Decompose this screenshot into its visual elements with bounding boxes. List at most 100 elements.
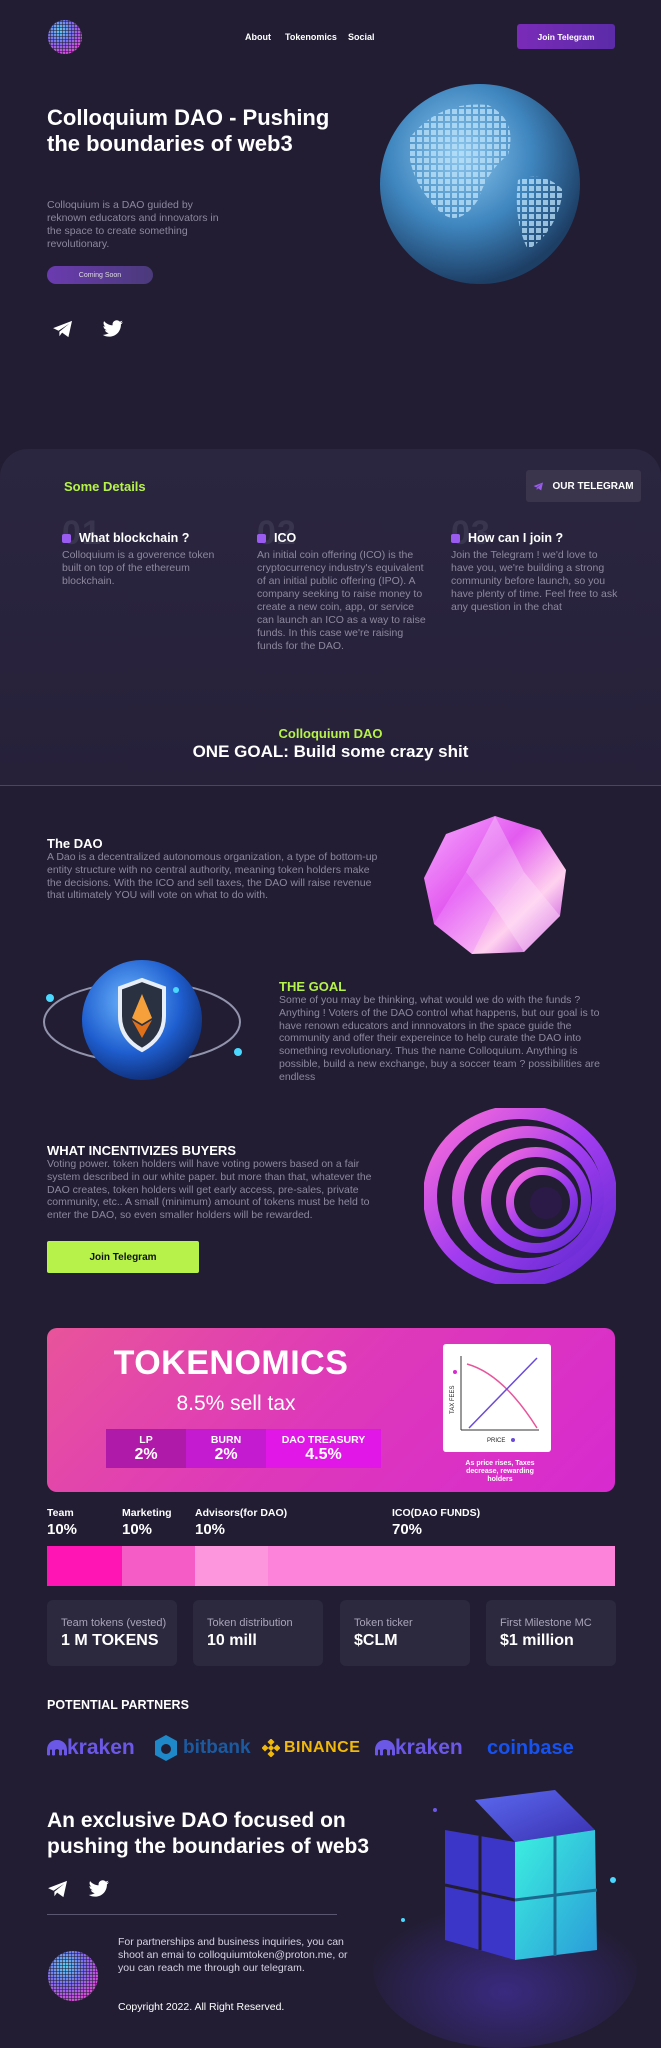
our-telegram-button[interactable]: OUR TELEGRAM <box>526 470 641 502</box>
footer-telegram-icon[interactable] <box>47 1880 69 1898</box>
graph-caption: As price rises, Taxes decrease, rewardin… <box>465 1460 535 1483</box>
partner-coinbase-logo[interactable]: coinbase <box>487 1734 574 1762</box>
alloc-pct-advisors: 10% <box>195 1521 226 1538</box>
goal-kicker: Colloquium DAO <box>278 726 383 741</box>
step-title: How can I join ? <box>468 531 564 545</box>
allocation-segment <box>47 1546 122 1586</box>
sell-tax-label: 8.5% sell tax <box>176 1392 296 1415</box>
join-telegram-button[interactable]: Join Telegram <box>517 24 615 49</box>
partner-name: kraken <box>67 1736 135 1759</box>
tax-value: 2% <box>214 1445 238 1463</box>
cube-icon <box>62 533 71 543</box>
detail-step-3: 03 How can I join ? Join the Telegram ! … <box>451 514 623 614</box>
stat-key: Token distribution <box>207 1617 293 1629</box>
stat-value: 10 mill <box>207 1632 257 1649</box>
tax-label: LP <box>139 1433 153 1446</box>
stat-value: $CLM <box>354 1632 398 1649</box>
step-title: What blockchain ? <box>79 531 190 545</box>
nav-social-link[interactable]: Social <box>348 32 375 42</box>
tax-box-lp: LP 2% <box>106 1429 186 1468</box>
partner-kraken-logo-2[interactable]: kraken <box>375 1734 463 1762</box>
tax-value: 2% <box>134 1445 158 1463</box>
partner-name: BINANCE <box>284 1739 361 1756</box>
allocation-segment <box>195 1546 268 1586</box>
step-text: Colloquium is a goverence token built on… <box>62 549 215 587</box>
cube-icon <box>451 533 460 543</box>
kraken-icon <box>47 1740 67 1756</box>
tax-label: DAO TREASURY <box>281 1433 366 1446</box>
hero-title: Colloquium DAO - Pushing the boundaries … <box>47 105 330 156</box>
stat-key: First Milestone MC <box>500 1617 592 1629</box>
price-dot <box>511 1438 515 1442</box>
hero-description: Colloquium is a DAO guided by reknown ed… <box>47 199 219 250</box>
allocation-segment <box>122 1546 195 1586</box>
partner-name: coinbase <box>487 1736 574 1759</box>
graph-xlabel: PRICE <box>487 1438 505 1444</box>
stat-value: 1 M TOKENS <box>61 1632 159 1649</box>
section-divider <box>0 785 661 786</box>
detail-step-1: 01 What blockchain ? Colloquium is a gov… <box>62 514 234 588</box>
tax-box-dao-treasury: DAO TREASURY 4.5% <box>266 1429 381 1468</box>
logo-sphere-icon[interactable] <box>48 20 82 54</box>
twitter-icon[interactable] <box>102 320 124 338</box>
alloc-label-marketing: Marketing <box>122 1507 172 1519</box>
torus-rings-illustration <box>424 1108 616 1284</box>
tax-label: BURN <box>210 1433 242 1446</box>
pixel-globe-illustration <box>380 84 580 284</box>
nav-about-link[interactable]: About <box>245 32 271 42</box>
footer-logo-sphere-icon <box>48 1951 98 2001</box>
details-heading: Some Details <box>64 479 146 494</box>
tax-dot <box>453 1370 457 1374</box>
stat-card-team-tokens: Team tokens (vested) 1 M TOKENS <box>47 1600 177 1666</box>
partners-title: POTENTIAL PARTNERS <box>47 1698 189 1712</box>
partner-bitbank-logo[interactable]: bitbank <box>155 1734 251 1762</box>
stat-value: $1 million <box>500 1632 574 1649</box>
dao-text: A Dao is a decentralized autonomous orga… <box>47 851 378 902</box>
step-title: ICO <box>274 531 297 545</box>
alloc-pct-ico: 70% <box>392 1521 423 1538</box>
footer-contact-text: For partnerships and business inquiries,… <box>118 1936 348 1974</box>
tokenomics-title: TOKENOMICS <box>113 1344 349 1382</box>
our-telegram-label: OUR TELEGRAM <box>552 480 634 492</box>
incentives-title: WHAT INCENTIVIZES BUYERS <box>47 1143 236 1158</box>
dao-title: The DAO <box>47 836 103 851</box>
stat-card-ticker: Token ticker $CLM <box>340 1600 470 1666</box>
goal-text: Some of you may be thinking, what would … <box>279 994 601 1083</box>
partner-name: bitbank <box>183 1737 251 1758</box>
goal-title: THE GOAL <box>279 979 347 994</box>
alloc-pct-team: 10% <box>47 1521 78 1538</box>
detail-step-2: 02 ICO An initial coin offering (ICO) is… <box>257 514 429 653</box>
bitbank-icon <box>155 1735 177 1761</box>
stat-key: Team tokens (vested) <box>61 1617 167 1629</box>
partner-binance-logo[interactable]: BINANCE <box>262 1734 360 1762</box>
footer-title: An exclusive DAO focused on pushing the … <box>47 1809 370 1858</box>
footer-twitter-icon[interactable] <box>88 1880 110 1898</box>
allocation-segment <box>268 1546 615 1586</box>
cube-icon <box>257 533 266 543</box>
stat-card-milestone: First Milestone MC $1 million <box>486 1600 616 1666</box>
alloc-label-ico: ICO(DAO FUNDS) <box>392 1507 481 1519</box>
telegram-icon[interactable] <box>52 320 74 338</box>
stat-key: Token ticker <box>354 1617 413 1629</box>
nav-tokenomics-link[interactable]: Tokenomics <box>285 32 337 42</box>
alloc-label-advisors: Advisors(for DAO) <box>195 1507 288 1519</box>
allocation-bar <box>47 1546 615 1586</box>
footer-divider <box>47 1914 337 1915</box>
tax-box-burn: BURN 2% <box>186 1429 266 1468</box>
binance-icon <box>262 1739 280 1757</box>
incentives-text: Voting power. token holders will have vo… <box>47 1158 372 1222</box>
kraken-icon <box>375 1740 395 1756</box>
tax-graph-svg: TAX FEES PRICE <box>450 1356 539 1444</box>
tax-value: 4.5% <box>305 1445 342 1463</box>
graph-ylabel: TAX FEES <box>450 1385 456 1414</box>
crystal-gem-illustration <box>424 816 566 954</box>
partner-kraken-logo[interactable]: kraken <box>47 1734 135 1762</box>
goal-headline: ONE GOAL: Build some crazy shit <box>192 742 469 761</box>
alloc-pct-marketing: 10% <box>122 1521 153 1538</box>
step-text: Join the Telegram ! we'd love to have yo… <box>451 549 618 613</box>
partner-name: kraken <box>395 1736 463 1759</box>
telegram-icon <box>533 481 544 491</box>
join-telegram-green-button[interactable]: Join Telegram <box>47 1241 199 1273</box>
tax-graph: TAX FEES PRICE <box>443 1344 551 1452</box>
coming-soon-button[interactable]: Coming Soon <box>47 266 153 284</box>
